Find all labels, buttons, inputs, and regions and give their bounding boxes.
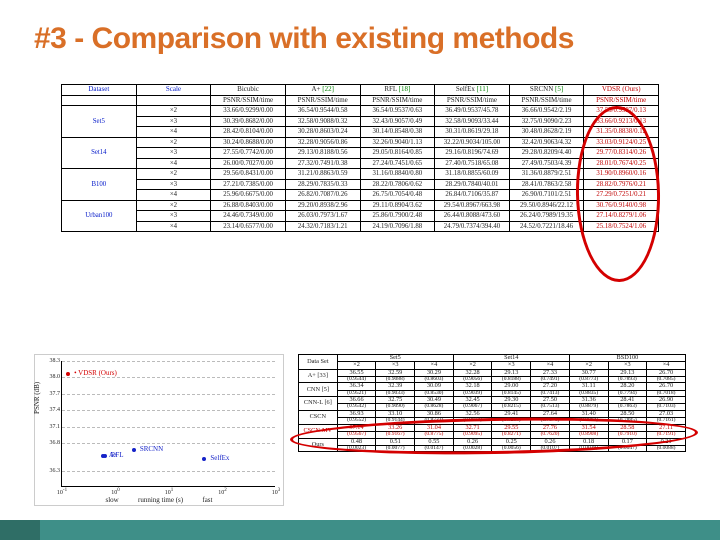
chart-point-label: SelfEx	[210, 454, 229, 462]
comparison-table-body: Set5×233.66/0.9299/0.0036.54/0.9544/0.58…	[62, 106, 659, 232]
chart-point-label: A+	[109, 451, 118, 459]
page-title: #3 - Comparison with existing methods	[34, 22, 686, 56]
chart-xlabel: slow running time (s) fast	[35, 496, 283, 504]
secondary-table-wrap: Data SetSet5Set14BSD100×2×3×4×2×3×4×2×3×…	[298, 354, 686, 504]
table-row: ×428.42/0.8104/0.0030.28/0.8603/0.2430.1…	[62, 127, 659, 137]
table-row: Set5×233.66/0.9299/0.0036.54/0.9544/0.58…	[62, 106, 659, 116]
table-row: ×327.21/0.7385/0.0028.29/0.7835/0.3328.2…	[62, 179, 659, 189]
table-row: Set14×230.24/0.8688/0.0032.28/0.9056/0.8…	[62, 137, 659, 147]
table-row: ×324.46/0.7349/0.0026.03/0.7973/1.6725.8…	[62, 211, 659, 221]
chart-point-label: • VDSR (Ours)	[74, 369, 117, 377]
table-row: Urban100×226.88/0.8403/0.0029.20/0.8938/…	[62, 200, 659, 210]
table-row: (0.0023)(0.0077)(0.0147)(0.0028)(0.0056)…	[299, 445, 686, 452]
table-row: B100×229.56/0.8431/0.0031.21/0.8863/0.59…	[62, 169, 659, 179]
psnr-time-chart: PSNR (dB) 36.336.837.137.437.738.038.310…	[34, 354, 284, 506]
table-row: ×423.14/0.6577/0.0024.32/0.7183/1.2124.1…	[62, 221, 659, 231]
footer-accent	[0, 520, 40, 540]
footer-bar	[0, 520, 720, 540]
table-row: ×330.39/0.8682/0.0032.58/0.9088/0.3232.4…	[62, 116, 659, 126]
table-row: ×425.96/0.6675/0.0026.82/0.7087/0.2626.7…	[62, 190, 659, 200]
table-row: ×327.55/0.7742/0.0029.13/0.8188/0.5629.0…	[62, 148, 659, 158]
comparison-table-head: DatasetScaleBicubicA+ [22]RFL [18]SelfEx…	[62, 85, 659, 106]
chart-ylabel: PSNR (dB)	[33, 382, 41, 414]
table-row: ×426.00/0.7027/0.0027.32/0.7491/0.3827.2…	[62, 158, 659, 168]
chart-point	[132, 448, 136, 452]
bottom-panel: PSNR (dB) 36.336.837.137.437.738.038.310…	[34, 354, 686, 504]
chart-axes: 36.336.837.137.437.738.038.310-110010110…	[61, 361, 275, 487]
chart-point	[101, 454, 105, 458]
slide: #3 - Comparison with existing methods Da…	[0, 0, 720, 540]
secondary-table: Data SetSet5Set14BSD100×2×3×4×2×3×4×2×3×…	[298, 354, 686, 452]
chart-point	[202, 457, 206, 461]
comparison-table: DatasetScaleBicubicA+ [22]RFL [18]SelfEx…	[61, 84, 659, 232]
chart-point	[66, 372, 70, 376]
chart-point-label: SRCNN	[140, 445, 163, 453]
